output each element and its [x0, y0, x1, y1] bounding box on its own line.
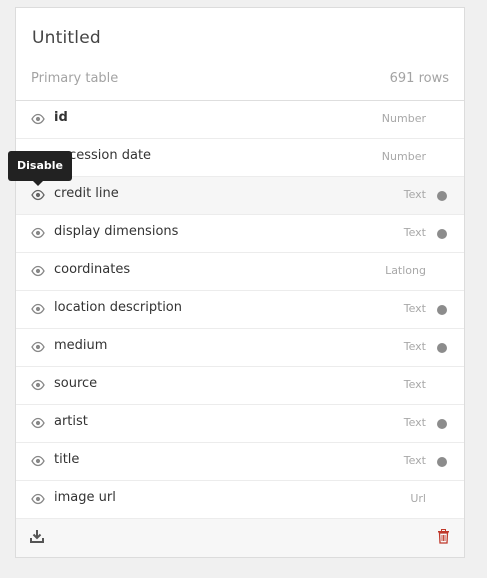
- column-name: medium: [54, 338, 108, 353]
- column-row[interactable]: artist Text: [16, 405, 464, 443]
- tooltip: Disable: [8, 151, 72, 186]
- column-type[interactable]: Text: [404, 416, 426, 429]
- download-icon[interactable]: [30, 529, 44, 543]
- column-type[interactable]: Text: [404, 188, 426, 201]
- eye-icon[interactable]: [31, 417, 45, 429]
- eye-icon[interactable]: [31, 227, 45, 239]
- column-name: display dimensions: [54, 224, 179, 239]
- table-subheader: Primary table 691 rows: [31, 71, 449, 86]
- table-label: Primary table: [31, 71, 119, 86]
- row-count: 691 rows: [389, 71, 449, 86]
- column-row[interactable]: location description Text: [16, 291, 464, 329]
- status-dot: [437, 229, 447, 239]
- column-row[interactable]: display dimensions Text: [16, 215, 464, 253]
- column-type[interactable]: Text: [404, 302, 426, 315]
- eye-icon[interactable]: [31, 189, 45, 201]
- column-type[interactable]: Number: [382, 150, 426, 163]
- column-type[interactable]: Text: [404, 340, 426, 353]
- table-card: Untitled Primary table 691 rows id Numbe…: [15, 7, 465, 558]
- column-row[interactable]: id Number: [16, 101, 464, 139]
- trash-icon[interactable]: [437, 529, 450, 544]
- eye-icon[interactable]: [31, 265, 45, 277]
- eye-icon[interactable]: [31, 379, 45, 391]
- column-name: coordinates: [54, 262, 131, 277]
- status-dot: [437, 191, 447, 201]
- column-row[interactable]: source Text: [16, 367, 464, 405]
- table-title[interactable]: Untitled: [32, 28, 101, 48]
- column-row[interactable]: image url Url: [16, 481, 464, 518]
- column-row[interactable]: medium Text: [16, 329, 464, 367]
- column-name: location description: [54, 300, 182, 315]
- column-list: id Number accession date Number credit l…: [16, 100, 464, 518]
- column-name: title: [54, 452, 80, 467]
- column-name: credit line: [54, 186, 119, 201]
- column-name: id: [54, 110, 68, 125]
- column-type[interactable]: Number: [382, 112, 426, 125]
- eye-icon[interactable]: [31, 303, 45, 315]
- column-type[interactable]: Url: [410, 492, 426, 505]
- card-footer: [16, 518, 464, 557]
- column-name: image url: [54, 490, 116, 505]
- column-name: artist: [54, 414, 88, 429]
- column-row[interactable]: credit line Text: [16, 177, 464, 215]
- eye-icon[interactable]: [31, 455, 45, 467]
- status-dot: [437, 457, 447, 467]
- status-dot: [437, 343, 447, 353]
- column-type[interactable]: Text: [404, 378, 426, 391]
- column-row[interactable]: accession date Number: [16, 139, 464, 177]
- status-dot: [437, 419, 447, 429]
- column-name: source: [54, 376, 98, 391]
- status-dot: [437, 305, 447, 315]
- eye-icon[interactable]: [31, 341, 45, 353]
- column-row[interactable]: coordinates Latlong: [16, 253, 464, 291]
- eye-icon[interactable]: [31, 113, 45, 125]
- column-type[interactable]: Text: [404, 454, 426, 467]
- column-row[interactable]: title Text: [16, 443, 464, 481]
- column-type[interactable]: Text: [404, 226, 426, 239]
- eye-icon[interactable]: [31, 493, 45, 505]
- column-type[interactable]: Latlong: [385, 264, 426, 277]
